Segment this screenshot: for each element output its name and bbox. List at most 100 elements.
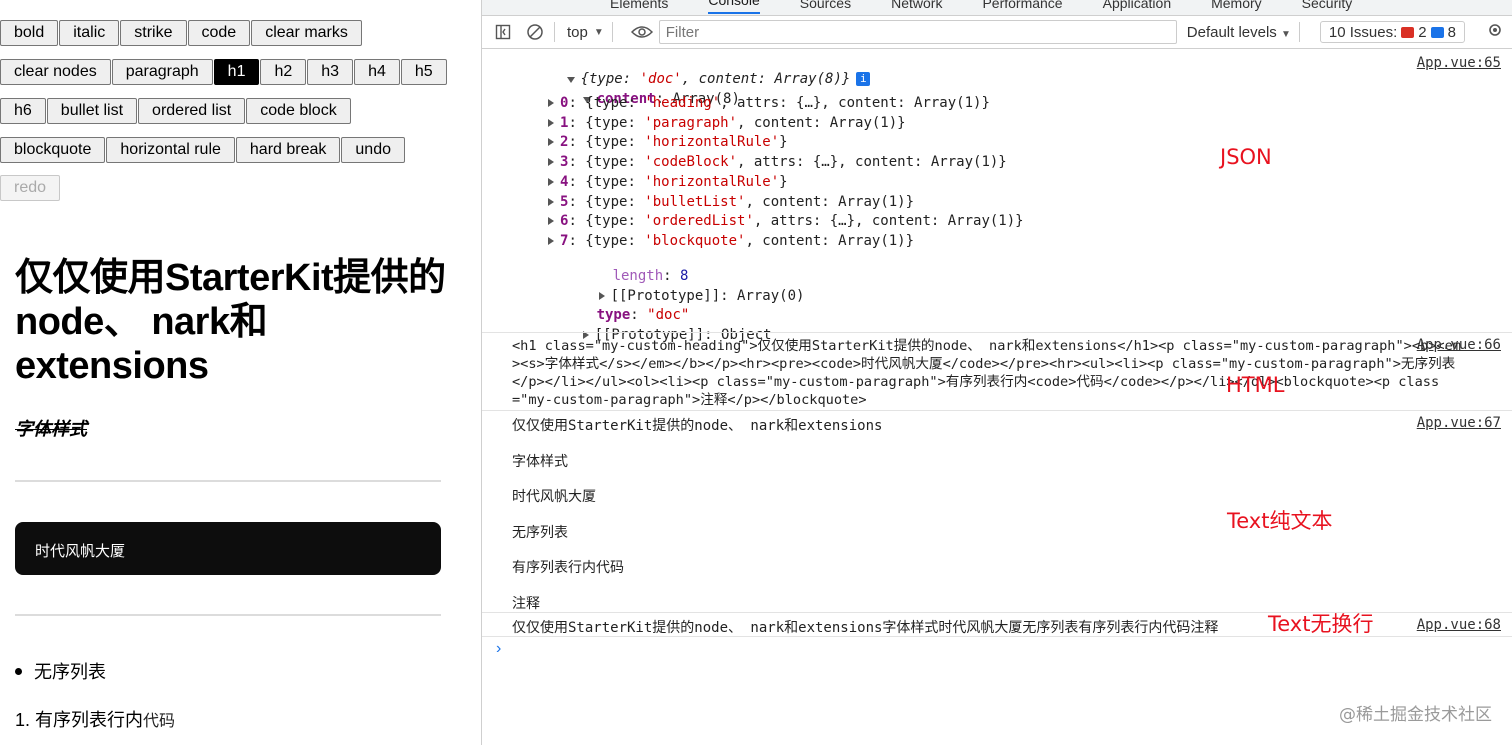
paragraph-button[interactable]: paragraph (111, 59, 213, 85)
h3-button[interactable]: h3 (307, 59, 354, 85)
editor-heading[interactable]: 仅仅使用StarterKit提供的node、 nark和extensions (15, 256, 455, 388)
console-filter-input[interactable]: Filter (658, 20, 1177, 44)
clear-nodes-button[interactable]: clear nodes (0, 59, 111, 85)
json-item-index: 7 (560, 232, 569, 249)
tab-security[interactable]: Security (1302, 0, 1353, 11)
expand-triangle-icon (548, 158, 554, 167)
json-item-row[interactable]: 3: {type: 'codeBlock', attrs: {…}, conte… (548, 154, 1007, 170)
text-log-line: 有序列表行内代码 (512, 560, 624, 576)
expand-triangle-icon (548, 236, 554, 245)
json-item-rest: , attrs: {…}, content: Array(1)} (737, 154, 1007, 171)
bold-button[interactable]: bold (0, 20, 59, 46)
blockquote-button[interactable]: blockquote (0, 137, 106, 163)
chevron-down-icon: ▼ (593, 26, 604, 38)
info-badge-icon (1430, 26, 1444, 38)
bullet-item-text: 无序列表 (34, 662, 106, 682)
text-log-line: 字体样式 (512, 453, 568, 470)
ordered-item-text: 有序列表行内 (35, 710, 144, 730)
json-item-row[interactable]: 6: {type: 'orderedList', attrs: {…}, con… (548, 213, 1024, 229)
json-item-row[interactable]: 1: {type: 'paragraph', content: Array(1)… (548, 115, 906, 131)
clear-console-icon[interactable] (524, 21, 546, 43)
ordered-list-button[interactable]: ordered list (138, 98, 246, 124)
italic-button[interactable]: italic (59, 20, 120, 46)
json-item-type: 'horizontalRule' (644, 173, 780, 190)
log-levels-dropdown[interactable]: Default levels ▼ (1187, 24, 1291, 41)
json-item-index: 3 (560, 154, 569, 171)
text-log-line: 时代风帆大厦 (512, 489, 596, 505)
bullet-list-button[interactable]: bullet list (46, 98, 138, 124)
settings-gear-icon[interactable] (1487, 22, 1503, 42)
h4-button[interactable]: h4 (354, 59, 400, 85)
h1-button[interactable]: h1 (213, 59, 260, 85)
tab-sources[interactable]: Sources (800, 0, 851, 11)
json-item-row[interactable]: 0: {type: 'heading', attrs: {…}, content… (548, 95, 990, 111)
log-levels-label: Default levels (1186, 23, 1277, 41)
toolbar-row: redo (0, 175, 61, 201)
issues-label: 10 Issues: (1328, 23, 1398, 41)
issues-button[interactable]: 10 Issues: 2 8 (1319, 21, 1465, 43)
json-item-rest: , content: Array(1)} (737, 114, 906, 131)
source-link-66[interactable]: App.vue:66 (1417, 337, 1501, 353)
h2-button[interactable]: h2 (260, 59, 307, 85)
h6-button[interactable]: h6 (0, 98, 46, 124)
horizontal-rule-button[interactable]: horizontal rule (106, 137, 235, 163)
h5-button[interactable]: h5 (400, 59, 447, 85)
tab-performance[interactable]: Performance (982, 0, 1062, 11)
hard-break-button[interactable]: hard break (235, 137, 341, 163)
annotation-html: HTML (1226, 373, 1285, 397)
source-link-68[interactable]: App.vue:68 (1417, 617, 1501, 633)
bullet-dot-icon (15, 667, 22, 675)
json-item-rest: } (779, 134, 788, 151)
strike-button[interactable]: strike (120, 20, 187, 46)
json-item-rest: , content: Array(1)} (745, 232, 915, 249)
toolbar-row: clear nodes paragraph h1 h2 h3 h4 h5 (0, 59, 448, 85)
editor-bullet-item[interactable]: 无序列表 (15, 658, 106, 684)
editor-ordered-item[interactable]: 1. 有序列表行内代码 (15, 706, 175, 732)
json-item-index: 5 (560, 193, 569, 210)
code-block-button[interactable]: code block (246, 98, 351, 124)
json-item-row[interactable]: 2: {type: 'horizontalRule'} (548, 134, 788, 150)
editor-pane: bold italic strike code clear marks clear nod… (0, 0, 481, 745)
tab-memory[interactable]: Memory (1211, 0, 1262, 11)
json-item-row[interactable]: 4: {type: 'horizontalRule'} (548, 174, 788, 190)
console-prompt[interactable]: › (496, 640, 501, 658)
expand-triangle-icon (548, 177, 554, 186)
redo-button[interactable]: redo (0, 175, 61, 201)
context-selector[interactable]: top ▼ (567, 24, 604, 41)
code-button[interactable]: code (187, 20, 251, 46)
tab-network[interactable]: Network (891, 0, 942, 11)
toolbar-separator (1298, 22, 1300, 42)
clear-marks-button[interactable]: clear marks (251, 20, 362, 46)
json-item-row[interactable]: 7: {type: 'blockquote', content: Array(1… (548, 233, 914, 249)
tab-application[interactable]: Application (1103, 0, 1172, 11)
editor-code-block[interactable]: 时代风帆大厦 (15, 522, 441, 575)
log-divider (482, 410, 1512, 411)
json-item-type: 'heading' (644, 95, 721, 111)
text-log-line: 仅仅使用StarterKit提供的node、 nark和extensions (512, 418, 883, 434)
expand-triangle-icon (548, 197, 554, 206)
error-badge-icon (1401, 26, 1415, 38)
undo-button[interactable]: undo (341, 137, 405, 163)
source-link-65[interactable]: App.vue:65 (1417, 55, 1501, 71)
toolbar-row: h6 bullet list ordered list code block (0, 98, 352, 124)
tab-elements[interactable]: Elements (610, 0, 668, 11)
json-item-type: 'orderedList' (644, 213, 754, 230)
expand-triangle-icon (548, 118, 554, 127)
sidebar-toggle-icon[interactable] (492, 21, 514, 43)
text-log-line: 无序列表 (512, 524, 568, 541)
json-item-row[interactable]: 5: {type: 'bulletList', content: Array(1… (548, 194, 914, 210)
eye-icon[interactable] (630, 21, 653, 43)
tab-console[interactable]: Console (708, 0, 760, 14)
json-item-rest: , attrs: {…}, content: Array(1)} (720, 95, 990, 111)
json-item-rest: , content: Array(1)} (745, 193, 915, 210)
source-link-67[interactable]: App.vue:67 (1417, 415, 1501, 431)
watermark: @稀土掘金技术社区 (1339, 705, 1492, 725)
editor-horizontal-rule (15, 614, 441, 616)
text-nobreak-log-message: 仅仅使用StarterKit提供的node、 nark和extensions字体… (512, 620, 1219, 636)
editor-styled-text[interactable]: 字体样式 (15, 415, 87, 441)
annotation-text: Text纯文本 (1227, 509, 1333, 533)
json-item-type: 'horizontalRule' (644, 134, 780, 151)
chevron-down-icon: ▼ (1280, 28, 1291, 40)
json-item-index: 4 (560, 173, 569, 190)
annotation-text-nobreak: Text无换行 (1268, 612, 1374, 636)
